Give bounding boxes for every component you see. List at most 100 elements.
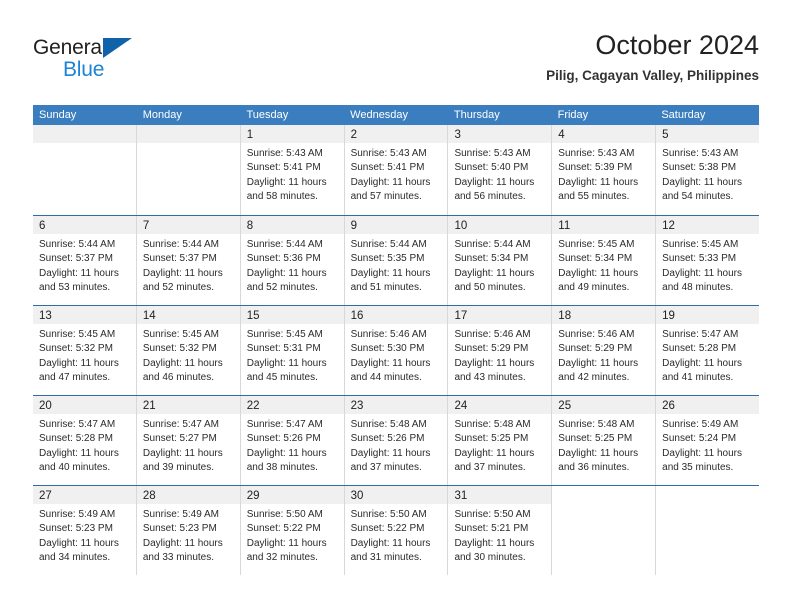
location-subtitle: Pilig, Cagayan Valley, Philippines [546, 68, 759, 83]
sunset-text: Sunset: 5:27 PM [142, 433, 217, 445]
day-number: 26 [662, 400, 675, 412]
day-number: 12 [662, 220, 675, 232]
day-number-band: 5 [656, 125, 760, 143]
day-number: 27 [39, 490, 52, 502]
calendar-day-cell[interactable]: 19 Sunrise: 5:47 AM Sunset: 5:28 PM Dayligh… [655, 306, 760, 395]
calendar-day-cell[interactable]: 26 Sunrise: 5:49 AM Sunset: 5:24 PM Dayligh… [655, 396, 760, 485]
sunset-text: Sunset: 5:22 PM [246, 523, 321, 535]
day-sun-info: Sunrise: 5:45 AM Sunset: 5:34 PM Daylight:… [552, 234, 655, 295]
day-number-band: 20 [33, 396, 136, 414]
day-number: 5 [662, 129, 669, 141]
calendar-day-cell[interactable]: 15 Sunrise: 5:45 AM Sunset: 5:31 PM Dayligh… [239, 306, 344, 395]
calendar-weeks: 1 Sunrise: 5:43 AM Sunset: 5:41 PM Daylight… [33, 125, 760, 575]
weekday-sunday: Sunday [39, 109, 77, 121]
sunset-text: Sunset: 5:21 PM [454, 523, 529, 535]
sunset-text: Sunset: 5:25 PM [454, 433, 529, 445]
calendar-day-cell[interactable]: 13 Sunrise: 5:45 AM Sunset: 5:32 PM Dayligh… [33, 306, 136, 395]
calendar-day-cell[interactable]: 28 Sunrise: 5:49 AM Sunset: 5:23 PM Dayligh… [135, 486, 240, 575]
day-number: 19 [662, 310, 675, 322]
page-header: General Blue October 2024 Pilig, Cagayan… [33, 28, 759, 98]
sunset-text: Sunset: 5:37 PM [39, 253, 113, 265]
day-number-band: 3 [448, 125, 552, 143]
day-number-band: 29 [240, 486, 344, 504]
calendar-day-cell[interactable]: 4 Sunrise: 5:43 AM Sunset: 5:39 PM Daylight… [551, 125, 656, 215]
day-sun-info: Sunrise: 5:43 AM Sunset: 5:40 PM Daylight:… [448, 143, 551, 204]
calendar-day-cell[interactable]: 25 Sunrise: 5:48 AM Sunset: 5:25 PM Dayligh… [551, 396, 656, 485]
sunrise-text: Sunrise: 5:49 AM [662, 419, 739, 430]
day-number-band: 4 [552, 125, 656, 143]
day-number: 16 [350, 310, 364, 322]
daylight-text: Daylight: 11 hours and 33 minutes. [142, 537, 223, 563]
calendar-day-cell[interactable]: 30 Sunrise: 5:50 AM Sunset: 5:22 PM Dayligh… [343, 486, 448, 575]
calendar-day-cell[interactable]: 2 Sunrise: 5:43 AM Sunset: 5:41 PM Daylight… [343, 125, 448, 215]
daylight-text: Daylight: 11 hours and 46 minutes. [142, 357, 223, 383]
day-sun-info: Sunrise: 5:46 AM Sunset: 5:30 PM Daylight:… [345, 324, 448, 385]
day-sun-info: Sunrise: 5:50 AM Sunset: 5:22 PM Daylight:… [241, 504, 344, 565]
calendar-day-cell[interactable]: 11 Sunrise: 5:45 AM Sunset: 5:34 PM Dayligh… [551, 216, 656, 305]
sunset-text: Sunset: 5:38 PM [662, 162, 737, 174]
day-sun-info: Sunrise: 5:44 AM Sunset: 5:35 PM Daylight:… [345, 234, 448, 295]
day-number-band: 21 [136, 396, 240, 414]
day-number-band: 14 [136, 306, 240, 324]
daylight-text: Daylight: 11 hours and 48 minutes. [662, 267, 743, 293]
daylight-text: Daylight: 11 hours and 44 minutes. [350, 357, 431, 383]
sunrise-text: Sunrise: 5:48 AM [558, 419, 635, 430]
calendar-day-cell[interactable]: 18 Sunrise: 5:46 AM Sunset: 5:29 PM Dayligh… [551, 306, 656, 395]
day-number: 30 [350, 490, 364, 502]
calendar-day-cell[interactable]: 31 Sunrise: 5:50 AM Sunset: 5:21 PM Dayligh… [447, 486, 552, 575]
calendar-day-cell[interactable]: 27 Sunrise: 5:49 AM Sunset: 5:23 PM Dayligh… [33, 486, 136, 575]
day-number-band: 6 [33, 216, 136, 234]
day-sun-info: Sunrise: 5:43 AM Sunset: 5:38 PM Daylight:… [656, 143, 759, 204]
sunset-text: Sunset: 5:41 PM [246, 162, 321, 174]
calendar-day-cell[interactable]: 16 Sunrise: 5:46 AM Sunset: 5:30 PM Dayligh… [343, 306, 448, 395]
calendar-day-cell[interactable]: 5 Sunrise: 5:43 AM Sunset: 5:38 PM Daylight… [655, 125, 760, 215]
calendar-day-cell[interactable]: 17 Sunrise: 5:46 AM Sunset: 5:29 PM Dayligh… [447, 306, 552, 395]
day-number-band: 22 [240, 396, 344, 414]
calendar-day-cell[interactable]: 24 Sunrise: 5:48 AM Sunset: 5:25 PM Dayligh… [447, 396, 552, 485]
calendar-week-row: 6 Sunrise: 5:44 AM Sunset: 5:37 PM Daylight… [33, 215, 760, 305]
day-sun-info: Sunrise: 5:43 AM Sunset: 5:41 PM Daylight:… [345, 143, 448, 204]
calendar-day-cell[interactable]: 20 Sunrise: 5:47 AM Sunset: 5:28 PM Dayligh… [33, 396, 136, 485]
day-number: 6 [39, 220, 46, 232]
calendar-day-cell[interactable]: 23 Sunrise: 5:48 AM Sunset: 5:26 PM Dayligh… [343, 396, 448, 485]
calendar-day-cell[interactable]: 10 Sunrise: 5:44 AM Sunset: 5:34 PM Dayligh… [447, 216, 552, 305]
calendar-day-cell[interactable]: 8 Sunrise: 5:44 AM Sunset: 5:36 PM Daylight… [239, 216, 344, 305]
sunrise-text: Sunrise: 5:43 AM [662, 148, 739, 159]
calendar-day-cell[interactable]: 22 Sunrise: 5:47 AM Sunset: 5:26 PM Dayligh… [239, 396, 344, 485]
day-number: 21 [142, 400, 156, 412]
day-number: 25 [558, 400, 572, 412]
calendar-day-cell-empty [33, 125, 136, 215]
calendar-day-cell[interactable]: 12 Sunrise: 5:45 AM Sunset: 5:33 PM Dayligh… [655, 216, 760, 305]
day-number: 24 [454, 400, 468, 412]
sunrise-text: Sunrise: 5:49 AM [39, 509, 116, 520]
calendar-week-row: 27 Sunrise: 5:49 AM Sunset: 5:23 PM Dayligh… [33, 485, 759, 575]
sunrise-text: Sunrise: 5:47 AM [246, 419, 323, 430]
calendar-day-cell[interactable]: 29 Sunrise: 5:50 AM Sunset: 5:22 PM Dayligh… [239, 486, 344, 575]
day-number-band: 26 [656, 396, 760, 414]
day-sun-info: Sunrise: 5:43 AM Sunset: 5:39 PM Daylight:… [552, 143, 655, 204]
calendar-day-cell[interactable]: 3 Sunrise: 5:43 AM Sunset: 5:40 PM Daylight… [447, 125, 552, 215]
calendar-day-cell[interactable]: 9 Sunrise: 5:44 AM Sunset: 5:35 PM Daylight… [343, 216, 448, 305]
calendar-day-cell[interactable]: 7 Sunrise: 5:44 AM Sunset: 5:37 PM Daylight… [135, 216, 240, 305]
day-sun-info: Sunrise: 5:50 AM Sunset: 5:22 PM Daylight:… [345, 504, 448, 565]
day-number-band: 11 [552, 216, 656, 234]
day-sun-info: Sunrise: 5:44 AM Sunset: 5:37 PM Daylight:… [33, 234, 136, 295]
calendar-day-cell[interactable]: 14 Sunrise: 5:45 AM Sunset: 5:32 PM Dayligh… [135, 306, 240, 395]
generalblue-logo: General Blue [33, 36, 153, 82]
weekday-friday: Friday [557, 109, 589, 121]
weekday-monday: Monday [142, 109, 182, 121]
day-number: 13 [39, 310, 52, 322]
sunset-text: Sunset: 5:26 PM [246, 433, 321, 445]
calendar-day-cell[interactable]: 1 Sunrise: 5:43 AM Sunset: 5:41 PM Daylight… [239, 125, 344, 215]
sunset-text: Sunset: 5:39 PM [558, 162, 633, 174]
calendar-day-cell[interactable]: 21 Sunrise: 5:47 AM Sunset: 5:27 PM Dayligh… [135, 396, 240, 485]
sunset-text: Sunset: 5:31 PM [246, 343, 321, 355]
daylight-text: Daylight: 11 hours and 50 minutes. [454, 267, 535, 293]
day-sun-info: Sunrise: 5:45 AM Sunset: 5:32 PM Daylight:… [137, 324, 240, 385]
day-sun-info: Sunrise: 5:47 AM Sunset: 5:26 PM Daylight:… [241, 414, 344, 475]
day-number: 10 [454, 220, 468, 232]
daylight-text: Daylight: 11 hours and 40 minutes. [39, 447, 119, 473]
calendar-day-cell-empty [135, 125, 240, 215]
calendar-day-cell[interactable]: 6 Sunrise: 5:44 AM Sunset: 5:37 PM Daylight… [33, 216, 136, 305]
sunset-text: Sunset: 5:29 PM [558, 343, 633, 355]
